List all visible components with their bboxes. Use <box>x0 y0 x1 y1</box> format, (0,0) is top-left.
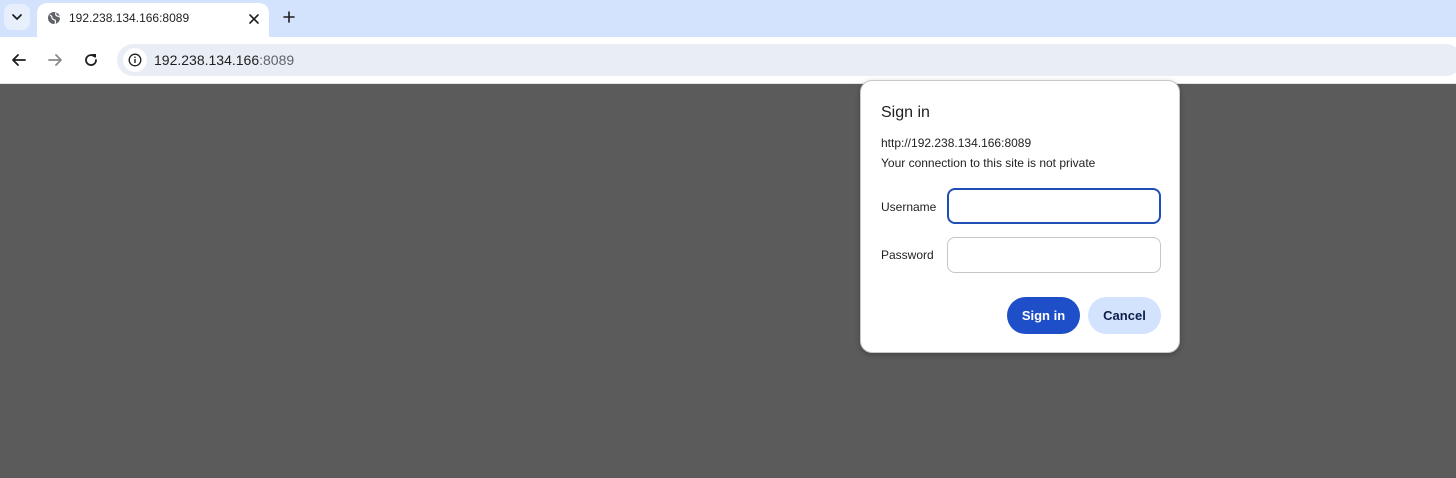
url-text[interactable]: 192.238.134.166:8089 <box>154 52 294 68</box>
new-tab-button[interactable] <box>278 6 300 28</box>
forward-button[interactable] <box>43 48 67 72</box>
globe-icon <box>46 10 62 26</box>
username-label: Username <box>881 200 937 214</box>
password-label: Password <box>881 248 934 262</box>
tab-search-icon <box>12 14 22 20</box>
tab-title: 192.238.134.166:8089 <box>69 11 190 25</box>
site-info-button[interactable] <box>123 48 147 72</box>
info-icon <box>128 53 142 67</box>
forward-arrow-icon <box>48 54 62 66</box>
password-input[interactable] <box>947 237 1161 273</box>
dialog-origin: http://192.238.134.166:8089 <box>881 136 1032 150</box>
cancel-button[interactable]: Cancel <box>1088 297 1161 334</box>
tab-close-button[interactable] <box>244 9 264 29</box>
tab-search-button[interactable] <box>4 4 30 30</box>
url-host: 192.238.134.166 <box>154 52 260 68</box>
close-icon <box>249 14 259 24</box>
browser-toolbar: 192.238.134.166:8089 <box>0 37 1456 84</box>
sign-in-button[interactable]: Sign in <box>1007 297 1080 334</box>
page-content <box>0 84 1456 478</box>
address-bar[interactable]: 192.238.134.166:8089 <box>117 44 1456 76</box>
url-port: :8089 <box>259 52 295 68</box>
dialog-warning: Your connection to this site is not priv… <box>881 156 1096 170</box>
reload-button[interactable] <box>79 48 103 72</box>
tab-active[interactable]: 192.238.134.166:8089 <box>37 3 269 37</box>
username-input[interactable] <box>947 188 1161 224</box>
back-arrow-icon <box>12 54 26 66</box>
tab-strip: 192.238.134.166:8089 <box>0 0 1456 37</box>
plus-icon <box>283 11 295 23</box>
back-button[interactable] <box>7 48 31 72</box>
dialog-title: Sign in <box>881 104 930 121</box>
reload-icon <box>85 54 97 66</box>
sign-in-dialog: Sign in http://192.238.134.166:8089 Your… <box>860 80 1180 353</box>
